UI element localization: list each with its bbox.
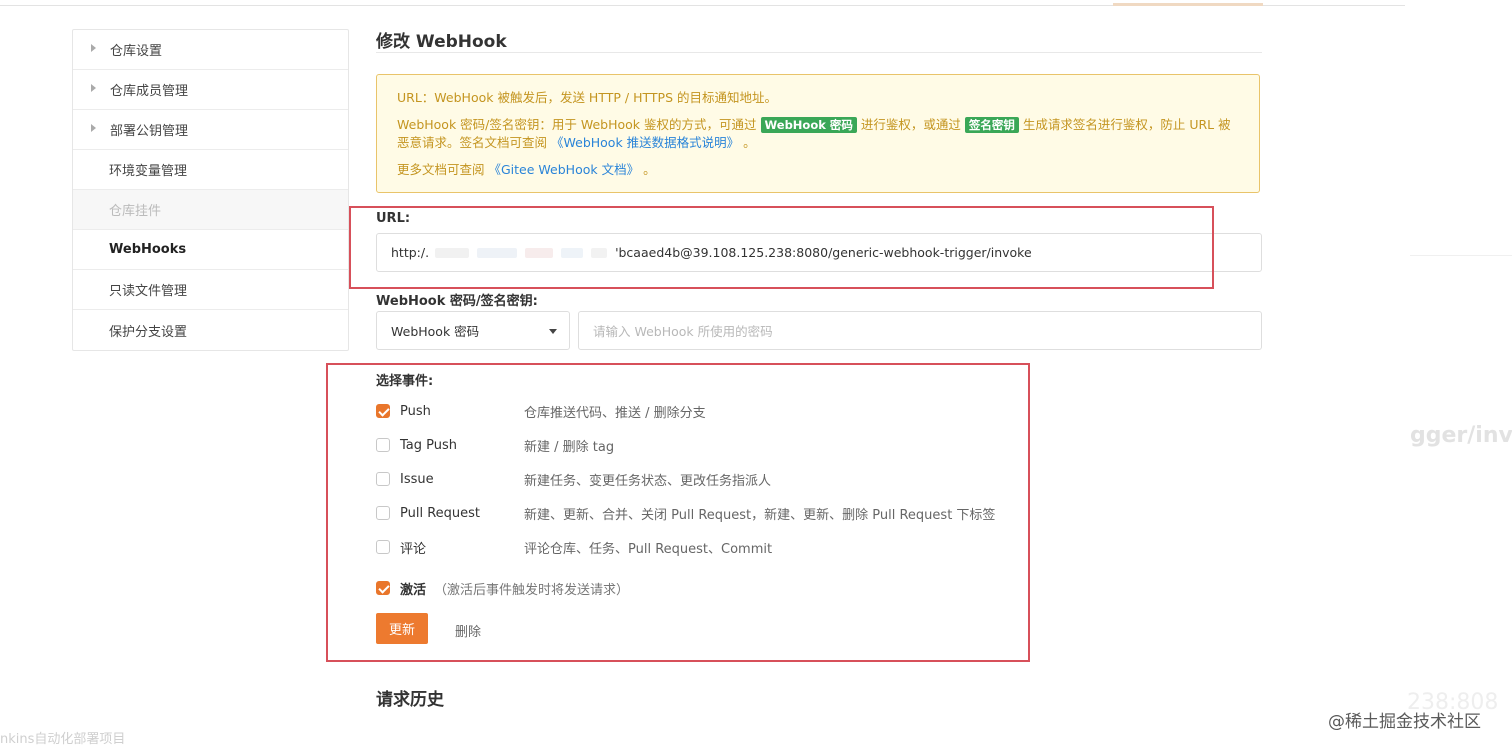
notice-text: WebHook 密码/签名密钥：用于 WebHook 鉴权的方式，可通过 <box>397 117 757 132</box>
info-notice: URL：WebHook 被触发后，发送 HTTP / HTTPS 的目标通知地址… <box>376 74 1260 193</box>
notice-text: 。 <box>743 135 756 150</box>
notice-text: 进行鉴权，或通过 <box>860 117 961 132</box>
request-history-title: 请求历史 <box>376 690 444 710</box>
notice-url-line: URL：WebHook 被触发后，发送 HTTP / HTTPS 的目标通知地址… <box>397 90 777 105</box>
password-tag: WebHook 密码 <box>760 117 857 133</box>
title-divider <box>376 52 1262 53</box>
settings-sidebar: 仓库设置 仓库成员管理 部署公钥管理 环境变量管理 仓库挂件 WebHooks … <box>72 29 349 351</box>
password-input[interactable]: 请输入 WebHook 所使用的密码 <box>578 311 1262 350</box>
auth-type-value: WebHook 密码 <box>391 324 480 339</box>
page-title: 修改 WebHook <box>376 32 507 52</box>
chevron-right-icon <box>91 124 96 132</box>
events-highlight-box <box>326 363 1030 662</box>
sidebar-item-label: 仓库挂件 <box>109 204 162 219</box>
sidebar-item-label: 环境变量管理 <box>109 164 188 179</box>
push-format-doc-link[interactable]: 《WebHook 推送数据格式说明》 <box>551 135 739 150</box>
chevron-right-icon <box>91 44 96 52</box>
sidebar-item-env-vars[interactable]: 环境变量管理 <box>73 150 348 190</box>
sidebar-item-webhooks[interactable]: WebHooks <box>73 230 348 270</box>
sidebar-item-widgets: 仓库挂件 <box>73 190 348 230</box>
sidebar-item-members[interactable]: 仓库成员管理 <box>73 70 348 110</box>
background-text-right: gger/inv <box>1410 423 1512 448</box>
background-divider <box>1410 255 1512 256</box>
chevron-right-icon <box>91 84 96 92</box>
sidebar-item-label: WebHooks <box>109 242 187 257</box>
auth-label: WebHook 密码/签名密钥: <box>376 294 538 309</box>
password-placeholder: 请输入 WebHook 所使用的密码 <box>593 324 773 339</box>
sidebar-item-repo-settings[interactable]: 仓库设置 <box>73 30 348 70</box>
sign-key-tag: 签名密钥 <box>964 117 1019 133</box>
sidebar-item-label: 保护分支设置 <box>109 324 188 340</box>
notice-auth-line: WebHook 密码/签名密钥：用于 WebHook 鉴权的方式，可通过 Web… <box>397 116 1239 152</box>
notice-text: 。 <box>643 162 656 177</box>
caret-down-icon <box>549 329 557 334</box>
sidebar-item-protected-branches[interactable]: 保护分支设置 <box>73 310 348 350</box>
auth-type-select[interactable]: WebHook 密码 <box>376 311 570 350</box>
sidebar-item-label: 部署公钥管理 <box>110 124 189 139</box>
notice-text: 更多文档可查阅 <box>397 162 485 177</box>
background-text-bottom-left: nkins自动化部署项目 <box>0 732 126 747</box>
sidebar-item-label: 仓库成员管理 <box>110 84 189 99</box>
notice-docs-line: 更多文档可查阅 《Gitee WebHook 文档》 。 <box>397 161 1239 179</box>
sidebar-item-label: 只读文件管理 <box>109 284 188 299</box>
sidebar-item-readonly-files[interactable]: 只读文件管理 <box>73 270 348 310</box>
sidebar-item-deploy-keys[interactable]: 部署公钥管理 <box>73 110 348 150</box>
url-highlight-box <box>349 206 1214 289</box>
sidebar-item-label: 仓库设置 <box>110 44 163 59</box>
gitee-webhook-doc-link[interactable]: 《Gitee WebHook 文档》 <box>489 162 640 177</box>
watermark: @稀土掘金技术社区 <box>1328 712 1481 732</box>
top-accent-bar <box>1113 3 1263 6</box>
